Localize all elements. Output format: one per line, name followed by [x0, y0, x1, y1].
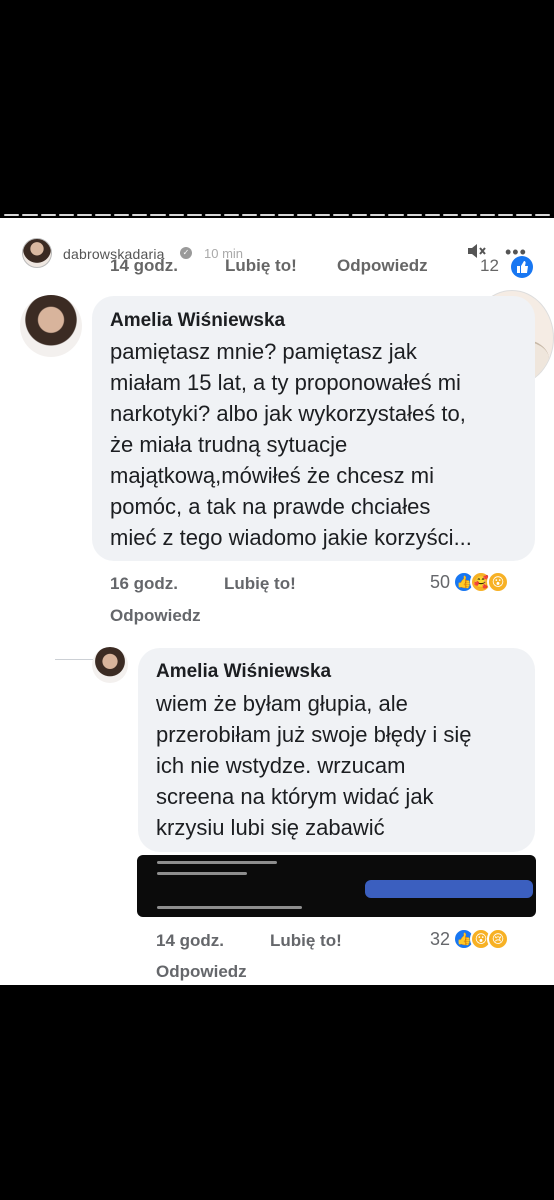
shared-screenshot: dabrowskadaria ✓ 10 min ••• 14 godz. Lub…: [0, 218, 554, 985]
like-link[interactable]: Lubię to!: [224, 574, 296, 594]
attached-chat-screenshot[interactable]: [137, 855, 536, 917]
reply-reaction-summary[interactable]: 32 👍 😮 😢: [430, 928, 510, 950]
mute-icon[interactable]: [466, 242, 486, 260]
more-options-icon[interactable]: •••: [505, 242, 527, 263]
reply-link[interactable]: Odpowiedz: [110, 606, 201, 626]
reaction-count: 50: [430, 571, 451, 592]
story-viewer: dabrowskadaria ✓ 10 min ••• 14 godz. Lub…: [0, 0, 554, 1200]
reply-thread-line: [55, 659, 95, 660]
story-header: dabrowskadaria ✓ 10 min •••: [0, 218, 554, 268]
wow-reaction-icon: 😮: [487, 571, 510, 593]
comment-time: 16 godz.: [110, 574, 179, 593]
reply-author[interactable]: Amelia Wiśniewska: [156, 661, 331, 683]
reply-reply-link[interactable]: Odpowiedz: [156, 962, 247, 982]
sad-reaction-icon: 😢: [487, 928, 510, 950]
story-bottom-area: [0, 985, 554, 1200]
story-username[interactable]: dabrowskadaria: [63, 246, 165, 262]
reply-commenter-avatar[interactable]: [92, 647, 128, 683]
comment-author[interactable]: Amelia Wiśniewska: [110, 310, 285, 332]
comment-text: pamiętasz mnie? pamiętasz jak miałam 15 …: [110, 339, 472, 550]
reply-reaction-count: 32: [430, 928, 451, 949]
story-time: 10 min: [204, 246, 244, 261]
reply-time: 14 godz.: [156, 931, 225, 950]
reply-like-link[interactable]: Lubię to!: [270, 931, 342, 951]
story-avatar[interactable]: [22, 238, 52, 268]
reply-text: wiem że byłam głupia, ale przerobiłam ju…: [156, 691, 472, 840]
reaction-summary[interactable]: 50 👍 🥰 😮: [430, 571, 510, 593]
verified-badge-icon: ✓: [180, 247, 192, 259]
commenter-avatar[interactable]: [20, 295, 82, 357]
